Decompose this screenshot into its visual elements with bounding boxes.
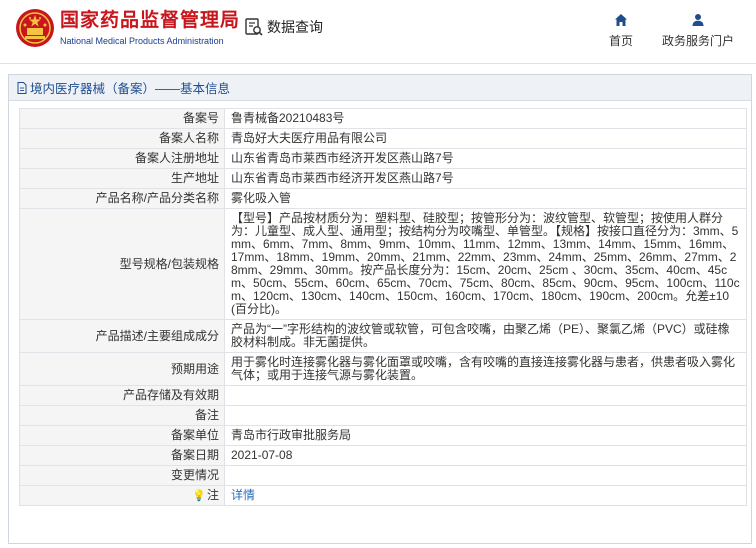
- brand-title-cn: 国家药品监督管理局: [60, 10, 241, 31]
- table-row: 备案人名称 青岛好大夫医疗用品有限公司: [19, 128, 747, 149]
- user-icon: [692, 14, 704, 26]
- field-label: 备案号: [19, 108, 225, 129]
- nav-home[interactable]: 首页: [606, 13, 636, 49]
- record-panel: 境内医疗器械（备案）——基本信息 备案号 鲁青械备20210483号 备案人名称…: [8, 74, 752, 544]
- field-label: 变更情况: [19, 465, 225, 486]
- field-value: [224, 465, 747, 486]
- field-value: 山东省青岛市莱西市经济开发区燕山路7号: [224, 148, 747, 169]
- table-row: 生产地址 山东省青岛市莱西市经济开发区燕山路7号: [19, 168, 747, 189]
- field-value: 2021-07-08: [224, 445, 747, 466]
- table-row: 型号规格/包装规格 【型号】产品按材质分为：塑料型、硅胶型；按管形分为：波纹管型…: [19, 208, 747, 320]
- home-icon: [615, 14, 627, 26]
- field-label: 备案单位: [19, 425, 225, 446]
- table-row: 产品存储及有效期: [19, 385, 747, 406]
- field-value: 用于雾化时连接雾化器与雾化面罩或咬嘴，含有咬嘴的直接连接雾化器与患者，供患者吸入…: [224, 352, 747, 386]
- table-row: 备案号 鲁青械备20210483号: [19, 108, 747, 129]
- data-query-label: 数据查询: [267, 19, 323, 35]
- note-label-text: 注: [206, 487, 219, 502]
- field-label: 备注: [19, 405, 225, 426]
- table-row: 备案单位 青岛市行政审批服务局: [19, 425, 747, 446]
- lightbulb-icon: 💡: [192, 489, 206, 502]
- field-value: 山东省青岛市莱西市经济开发区燕山路7号: [224, 168, 747, 189]
- national-emblem-logo[interactable]: [15, 8, 55, 48]
- field-value: 【型号】产品按材质分为：塑料型、硅胶型；按管形分为：波纹管型、软管型；按使用人群…: [224, 208, 747, 320]
- field-label: 备案日期: [19, 445, 225, 466]
- panel-header: 境内医疗器械（备案）——基本信息: [9, 75, 751, 101]
- field-value: 产品为“一”字形结构的波纹管或软管，可包含咬嘴，由聚乙烯（PE）、聚氯乙烯（PV…: [224, 319, 747, 353]
- table-row: 产品描述/主要组成成分 产品为“一”字形结构的波纹管或软管，可包含咬嘴，由聚乙烯…: [19, 319, 747, 353]
- table-row: 变更情况: [19, 465, 747, 486]
- field-label: 备案人名称: [19, 128, 225, 149]
- table-row: 备案日期 2021-07-08: [19, 445, 747, 466]
- field-label: 产品存储及有效期: [19, 385, 225, 406]
- table-row: 💡注 详情: [19, 485, 747, 506]
- data-query-link[interactable]: 数据查询: [244, 17, 323, 37]
- field-label: 生产地址: [19, 168, 225, 189]
- field-value: 详情: [224, 485, 747, 506]
- field-label: 型号规格/包装规格: [19, 208, 225, 320]
- nav-service-portal[interactable]: 政务服务门户: [658, 13, 738, 49]
- brand-title-en: National Medical Products Administration: [60, 36, 224, 46]
- note-label: 💡注: [19, 485, 225, 506]
- field-value: 青岛好大夫医疗用品有限公司: [224, 128, 747, 149]
- table-row: 备注: [19, 405, 747, 426]
- document-icon: [17, 81, 27, 94]
- panel-title: 境内医疗器械（备案）——基本信息: [30, 82, 231, 96]
- field-value: 青岛市行政审批服务局: [224, 425, 747, 446]
- site-brand[interactable]: 国家药品监督管理局 National Medical Products Admi…: [60, 10, 240, 46]
- field-label: 备案人注册地址: [19, 148, 225, 169]
- table-row: 产品名称/产品分类名称 雾化吸入管: [19, 188, 747, 209]
- site-header: 国家药品监督管理局 National Medical Products Admi…: [0, 0, 756, 64]
- field-label: 产品描述/主要组成成分: [19, 319, 225, 353]
- field-value: [224, 405, 747, 426]
- record-detail-table: 备案号 鲁青械备20210483号 备案人名称 青岛好大夫医疗用品有限公司 备案…: [19, 108, 747, 506]
- nav-home-label: 首页: [608, 34, 633, 48]
- field-label: 预期用途: [19, 352, 225, 386]
- search-document-icon: [245, 18, 263, 36]
- details-link[interactable]: 详情: [231, 488, 255, 502]
- field-value: 雾化吸入管: [224, 188, 747, 209]
- table-row: 预期用途 用于雾化时连接雾化器与雾化面罩或咬嘴，含有咬嘴的直接连接雾化器与患者，…: [19, 352, 747, 386]
- field-value: [224, 385, 747, 406]
- nav-service-portal-label: 政务服务门户: [661, 34, 734, 48]
- field-label: 产品名称/产品分类名称: [19, 188, 225, 209]
- field-value: 鲁青械备20210483号: [224, 108, 747, 129]
- table-row: 备案人注册地址 山东省青岛市莱西市经济开发区燕山路7号: [19, 148, 747, 169]
